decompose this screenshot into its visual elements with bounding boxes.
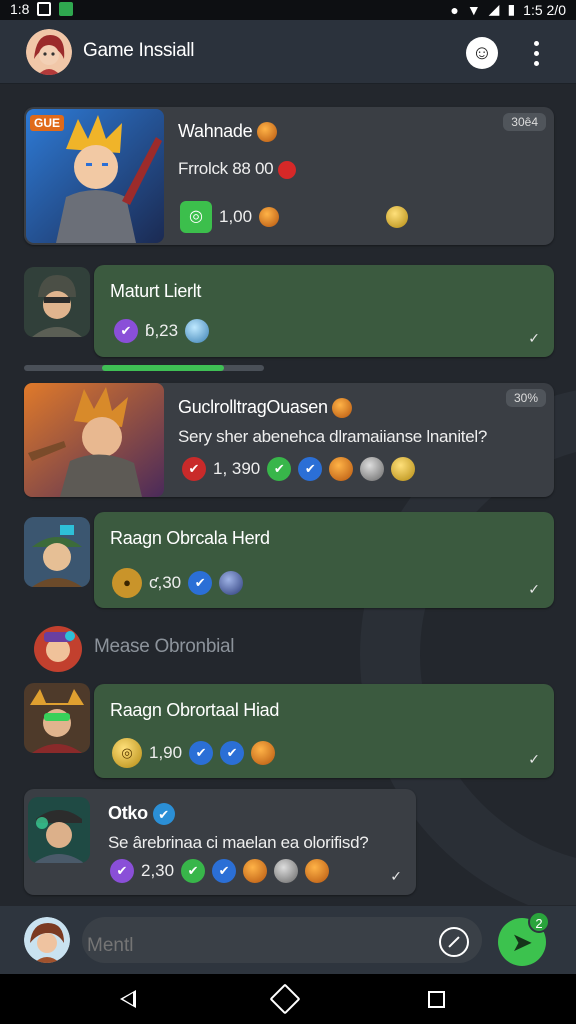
sword-icon: ✔ [212,859,237,883]
downvote-icon[interactable]: ✔ [182,457,206,481]
signal-icon: ◢ [488,1,500,17]
message-input[interactable] [82,917,482,963]
game-thumbnail[interactable] [24,383,164,497]
coin-icon [391,457,416,481]
chat-title: Game Inssiall [83,40,195,61]
orb-icon [219,571,244,595]
sender-avatar[interactable] [28,797,90,863]
recent-apps-icon[interactable] [428,991,445,1008]
message-value: 2,30 [141,861,175,880]
battery-icon: ▮ [507,1,516,17]
orange-orb-icon [305,859,330,883]
message-card[interactable]: Raagn Obrcala Herd ● ƈ,30 ✔ ✓ [94,512,554,608]
message-list[interactable]: GUE Wahnade Frrolck 88 00 ◎ 1,00 30ê4 Ma… [0,85,576,905]
section-divider-label: Mease Obronbial [94,636,235,657]
message-subtitle: Se ârebrinaa ci maelan ea olorifisd? [108,833,369,852]
message-card[interactable]: Maturt Lierlt ✔ ɓ,23 ✓ [94,265,554,357]
message-subtitle: Frrolck 88 00 [178,159,274,178]
sword-icon: ✔ [220,741,245,765]
game-badge: GUE [30,115,65,131]
more-options-icon[interactable] [528,38,544,68]
message-card[interactable]: GUE Wahnade Frrolck 88 00 ◎ 1,00 30ê4 [24,107,554,245]
sent-check-icon: ✓ [528,751,540,767]
message-subtitle: Sery sher abenehca dlramaiianse lnanitel… [178,427,488,446]
status-time-right: 1:5 2/0 [523,1,566,18]
bag-icon [332,398,353,419]
message-value: 1,90 [149,743,183,762]
sender-avatar[interactable] [24,517,90,587]
location-icon: ● [450,1,459,18]
wifi-icon: ▼ [466,1,481,18]
elixir-icon: ✔ [114,319,138,343]
progress-badge: 30ê4 [503,113,546,131]
check-icon: ✔ [267,457,292,481]
helmet-icon [360,457,385,481]
message-title: Raagn Obrortaal Hiad [110,700,280,720]
load-progress [24,365,264,371]
sender-avatar[interactable] [34,626,82,672]
sender-avatar[interactable] [24,267,90,337]
crystal-icon [185,319,210,343]
sent-check-icon: ✓ [528,581,540,597]
message-title: GuclrolltragOuasen [178,397,328,417]
bread-icon: ● [112,568,142,598]
message-value: ƈ,30 [149,573,182,592]
message-value: 1, 390 [213,459,261,478]
coin-icon: ◎ [112,738,142,768]
back-icon[interactable] [120,990,136,1008]
status-time-left: 1:8 [10,1,30,17]
status-bar: 1:8 ● ▼ ◢ ▮ 1:5 2/0 [0,0,576,20]
message-title: Maturt Lierlt [110,281,202,301]
sent-check-icon: ✓ [528,330,540,346]
progress-badge: 30% [505,389,546,407]
compass-icon[interactable] [439,927,469,957]
message-value: ɓ,23 [145,321,179,340]
game-thumbnail[interactable]: GUE [26,109,164,243]
notification-icon [37,2,52,16]
sword-icon: ✔ [188,571,213,595]
verified-icon: ✔ [152,803,175,826]
game-controller-icon[interactable]: ◎ [180,201,212,233]
helmet-icon [274,859,299,883]
message-title: Wahnade [178,121,253,141]
sword-icon: ✔ [298,457,323,481]
chat-header: Game Inssiall ☺ [0,20,576,84]
emoji-button[interactable]: ☺ [466,37,498,69]
home-icon[interactable] [269,983,301,1015]
heart-icon [277,160,296,179]
user-avatar[interactable] [24,917,70,963]
potion-icon [259,207,280,227]
system-nav-bar [0,974,576,1024]
bag-icon [257,122,277,143]
elixir-icon: ✔ [110,859,134,883]
fire-icon [329,457,354,481]
message-card[interactable]: Otko ✔ Se ârebrinaa ci maelan ea olorifi… [24,789,416,895]
load-progress-fill [102,365,224,371]
message-title: Otko [108,803,148,823]
app-notification-icon [59,2,74,16]
fire-icon [243,859,268,883]
unread-count-badge: 2 [528,911,550,933]
message-card[interactable]: GuclrolltragOuasen Sery sher abenehca dl… [24,383,554,497]
message-card[interactable]: Raagn Obrortaal Hiad ◎ 1,90 ✔ ✔ ✓ [94,684,554,778]
sword-icon: ✔ [189,741,214,765]
sent-check-icon: ✓ [390,868,402,884]
sender-avatar[interactable] [24,683,90,753]
message-value: 1,00 [219,207,253,226]
bag-icon [251,741,276,765]
group-avatar[interactable] [26,29,72,75]
message-title: Raagn Obrcala Herd [110,528,270,548]
check-icon: ✔ [181,859,206,883]
coin-icon [386,206,409,228]
message-composer: ➤ 2 [0,906,576,974]
